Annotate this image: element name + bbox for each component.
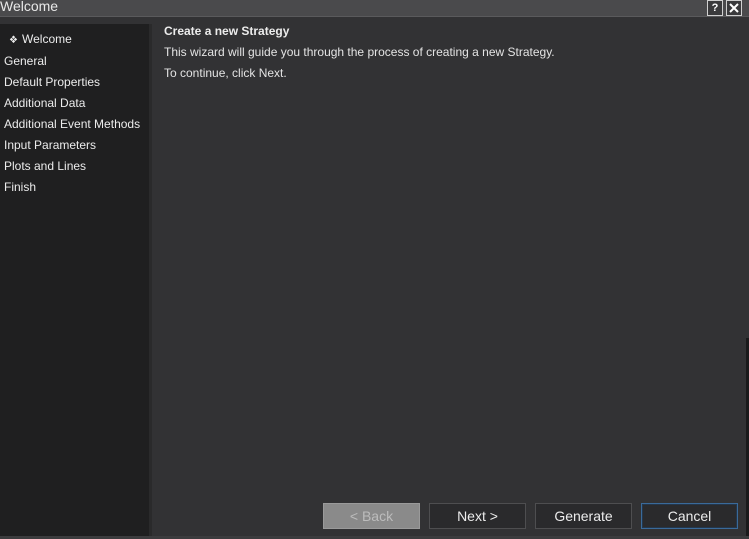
sidebar-item-additional-event-methods[interactable]: Additional Event Methods [4, 117, 140, 131]
page-title: Create a new Strategy [164, 24, 290, 38]
instruction-text: To continue, click Next. [164, 66, 287, 80]
generate-button[interactable]: Generate [535, 503, 632, 529]
sidebar-item-general[interactable]: General [4, 54, 47, 68]
sidebar-item-finish[interactable]: Finish [4, 180, 36, 194]
intro-text: This wizard will guide you through the p… [164, 45, 555, 59]
cancel-button[interactable]: Cancel [641, 503, 738, 529]
wizard-content: Create a new Strategy This wizard will g… [152, 24, 749, 494]
help-button[interactable]: ? [707, 0, 723, 16]
current-step-icon: ❖ [9, 35, 18, 46]
sidebar-item-welcome[interactable]: ❖ Welcome [9, 32, 72, 48]
sidebar-item-label: Welcome [22, 32, 72, 46]
back-button[interactable]: < Back [323, 503, 420, 529]
title-bar: Welcome ? [0, 0, 749, 17]
sidebar-item-plots-and-lines[interactable]: Plots and Lines [4, 159, 86, 173]
close-icon [729, 3, 739, 13]
sidebar-item-input-parameters[interactable]: Input Parameters [4, 138, 96, 152]
close-button[interactable] [726, 0, 742, 16]
window-title: Welcome [0, 0, 59, 14]
next-button[interactable]: Next > [429, 503, 526, 529]
wizard-window: Welcome ? ❖ Welcome General Default Prope… [0, 0, 749, 539]
sidebar-item-additional-data[interactable]: Additional Data [4, 96, 85, 110]
sidebar-item-default-properties[interactable]: Default Properties [4, 75, 100, 89]
